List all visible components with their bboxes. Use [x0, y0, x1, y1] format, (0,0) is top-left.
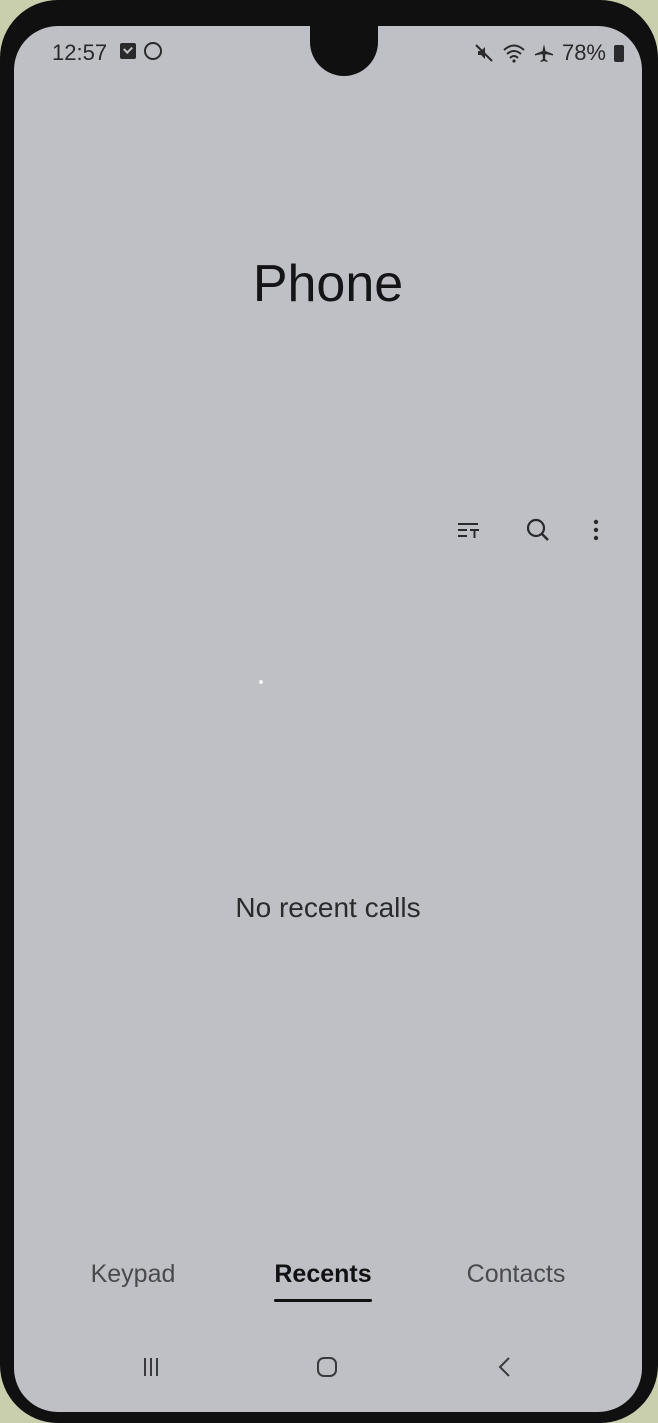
battery-icon — [614, 44, 624, 62]
more-options-icon — [593, 519, 599, 541]
system-navbar — [14, 1342, 642, 1406]
tab-contacts[interactable]: Contacts — [446, 1244, 586, 1304]
page-title: Phone — [252, 255, 404, 313]
phone-screen: 12:57 78% Phone No recent calls Keypad R… — [14, 26, 642, 1412]
app-notification-icon — [144, 42, 162, 60]
tab-recents[interactable]: Recents — [254, 1244, 392, 1304]
recent-apps-button[interactable] — [124, 1342, 178, 1392]
back-icon — [498, 1357, 510, 1377]
recents-icon — [144, 1358, 158, 1376]
search-button[interactable] — [514, 506, 562, 554]
home-icon — [317, 1357, 337, 1377]
tab-keypad[interactable]: Keypad — [74, 1244, 192, 1304]
decorative-dot — [259, 680, 263, 684]
camera-notch — [310, 26, 378, 76]
search-icon — [526, 518, 549, 541]
empty-state-message: No recent calls — [235, 892, 421, 923]
home-button[interactable] — [300, 1342, 354, 1392]
toolbar — [14, 506, 642, 562]
more-options-button[interactable] — [572, 506, 620, 554]
airplane-icon — [534, 44, 553, 62]
status-right: 78% — [474, 40, 624, 66]
filter-button[interactable] — [444, 506, 492, 554]
wifi-icon — [503, 44, 525, 63]
back-button[interactable] — [478, 1342, 532, 1392]
status-time: 12:57 — [52, 40, 108, 65]
filter-icon — [458, 523, 479, 538]
active-tab-indicator — [274, 1299, 372, 1302]
status-left-icons — [120, 42, 162, 60]
mute-icon — [475, 44, 493, 62]
battery-percent: 78% — [561, 40, 606, 65]
bottom-tabs: Keypad Recents Contacts — [14, 1244, 642, 1308]
checkbox-notification-icon — [120, 43, 136, 59]
